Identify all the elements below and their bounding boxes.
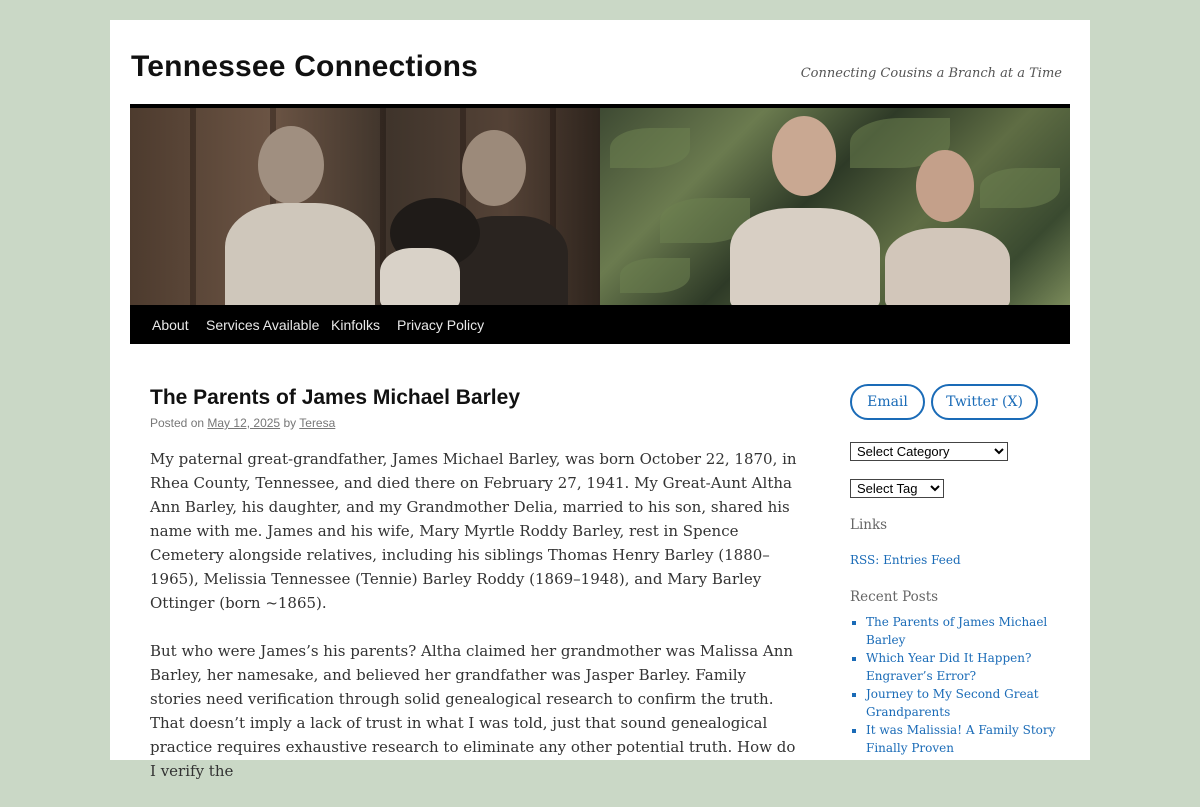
nav-item-about[interactable]: About: [152, 317, 189, 333]
rss-entries-feed-link[interactable]: RSS: Entries Feed: [850, 553, 961, 567]
twitter-button[interactable]: Twitter (X): [931, 384, 1038, 420]
recent-posts-title: Recent Posts: [850, 589, 939, 605]
recent-post-item: Journey to My Second Great Grandparents: [866, 685, 1056, 721]
site-tagline: Connecting Cousins a Branch at a Time: [800, 66, 1062, 81]
recent-post-link[interactable]: Which Year Did It Happen? Engraver’s Err…: [866, 651, 1031, 683]
recent-post-item: Which Year Did It Happen? Engraver’s Err…: [866, 649, 1056, 685]
post-content: My paternal great-grandfather, James Mic…: [150, 447, 800, 807]
post-date-link[interactable]: May 12, 2025: [207, 416, 280, 430]
post-title[interactable]: The Parents of James Michael Barley: [150, 386, 520, 410]
posted-on-label: Posted on: [150, 416, 205, 430]
recent-post-link[interactable]: The Parents of James Michael Barley: [866, 615, 1047, 647]
header-photo-boys: [130, 108, 600, 305]
by-label: by: [283, 416, 297, 430]
post-paragraph: But who were James’s his parents? Altha …: [150, 642, 796, 780]
recent-post-link[interactable]: It was Malissia! A Family Story Finally …: [866, 723, 1055, 755]
page-container: Tennessee Connections Connecting Cousins…: [110, 20, 1090, 780]
recent-post-link[interactable]: Journey to My Second Great Grandparents: [866, 687, 1039, 719]
nav-item-kinfolks[interactable]: Kinfolks: [331, 317, 380, 333]
recent-post-item: The Parents of James Michael Barley: [866, 613, 1056, 649]
links-widget-title: Links: [850, 517, 888, 533]
recent-post-item: It was Malissia! A Family Story Finally …: [866, 721, 1056, 757]
primary-navigation: About Services Available Kinfolks Privac…: [130, 305, 1070, 344]
post-paragraph: My paternal great-grandfather, James Mic…: [150, 450, 797, 612]
nav-item-services-available[interactable]: Services Available: [206, 317, 319, 333]
post-author-link[interactable]: Teresa: [299, 416, 335, 430]
tag-select[interactable]: Select Tag: [850, 479, 944, 498]
post-meta: Posted on May 12, 2025 by Teresa: [150, 416, 335, 430]
header-image[interactable]: [130, 104, 1070, 305]
category-select[interactable]: Select Category: [850, 442, 1008, 461]
site-title[interactable]: Tennessee Connections: [131, 50, 478, 84]
header-photo-girls: [600, 108, 1070, 305]
nav-item-privacy-policy[interactable]: Privacy Policy: [397, 317, 484, 333]
recent-posts-list: The Parents of James Michael Barley Whic…: [850, 613, 1056, 757]
email-button[interactable]: Email: [850, 384, 925, 420]
